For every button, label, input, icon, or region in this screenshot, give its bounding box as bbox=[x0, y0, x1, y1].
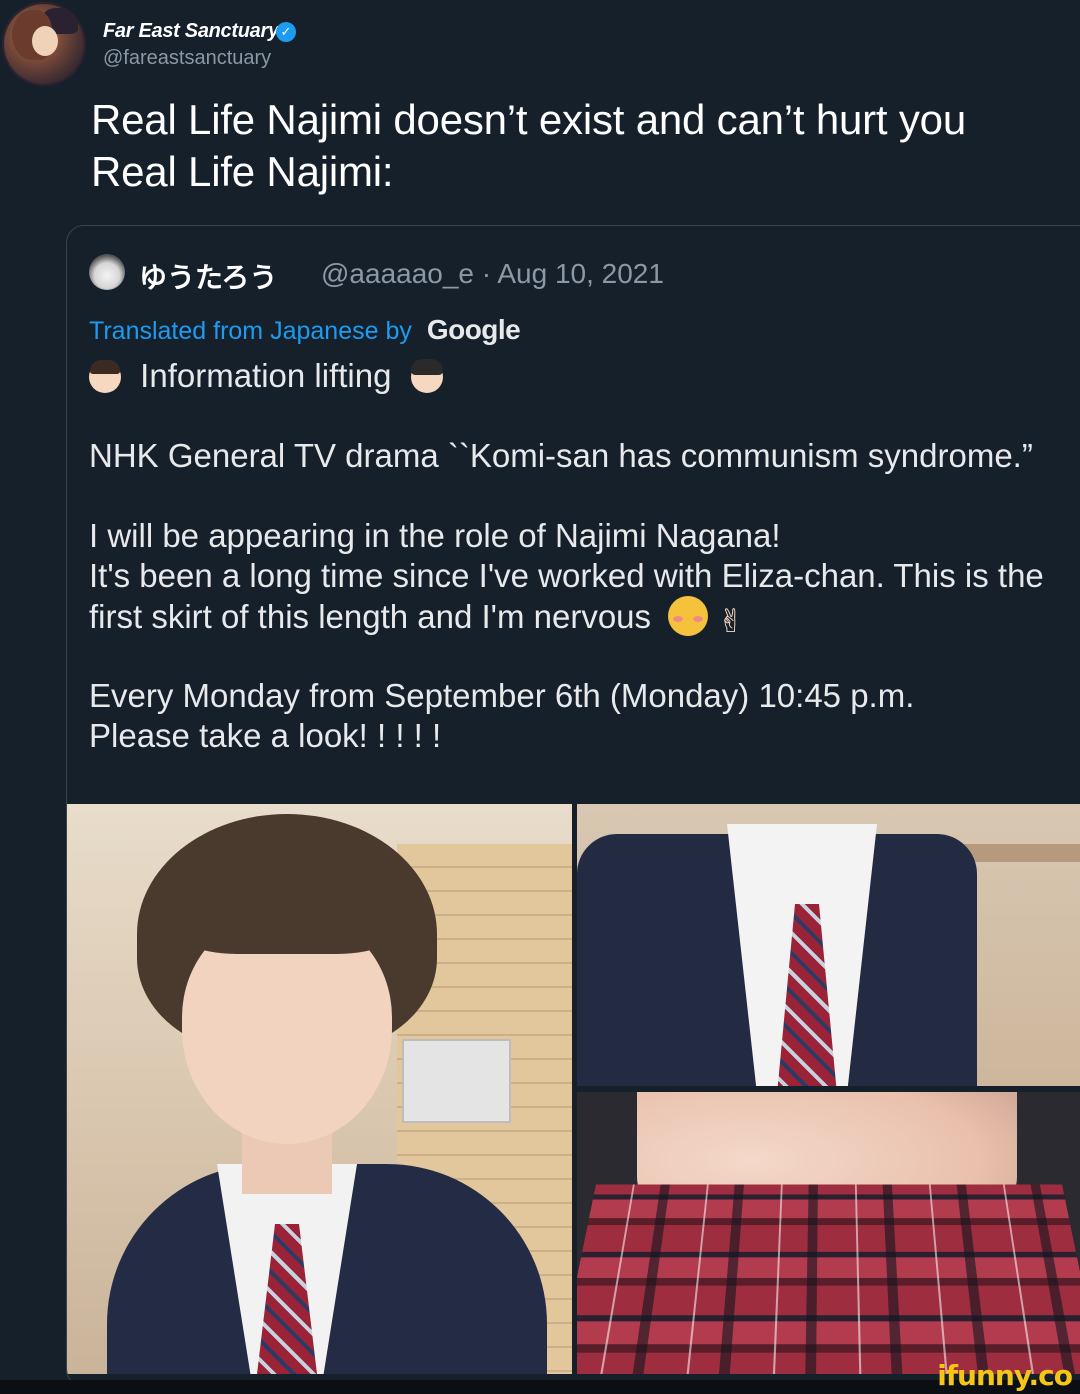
boy-face-emoji-icon bbox=[89, 360, 121, 393]
tweet-text: Real Life Najimi doesn’t exist and can’t… bbox=[91, 94, 1051, 198]
media-photo-uniform[interactable] bbox=[577, 804, 1080, 1086]
author-name[interactable]: Far East Sanctuary bbox=[103, 20, 279, 43]
media-grid bbox=[67, 804, 1080, 1374]
tweet-text-line: Real Life Najimi: bbox=[91, 148, 394, 195]
eliza-line: It's been a long time since I've worked … bbox=[89, 557, 1044, 594]
role-line: I will be appearing in the role of Najim… bbox=[89, 517, 781, 554]
media-photo-portrait[interactable] bbox=[67, 804, 572, 1374]
translation-notice: Translated from Japanese by Google bbox=[89, 314, 521, 346]
quoted-author-name[interactable]: ゆうたろう bbox=[139, 256, 277, 296]
look-line: Please take a look! ! ! ! ! bbox=[89, 717, 442, 754]
skirt-line: first skirt of this length and I'm nervo… bbox=[89, 596, 1080, 639]
info-line-text: Information lifting bbox=[140, 357, 392, 394]
info-line: Information lifting bbox=[89, 356, 1080, 396]
google-logo: Google bbox=[426, 314, 521, 345]
author-handle[interactable]: @fareastsanctuary bbox=[103, 47, 271, 70]
quoted-author-handle-date: @aaaaao_e · Aug 10, 2021 bbox=[321, 258, 664, 289]
tweet-text-line: Real Life Najimi doesn’t exist and can’t… bbox=[91, 96, 966, 143]
media-photo-skirt[interactable] bbox=[577, 1092, 1080, 1374]
schedule-line: Every Monday from September 6th (Monday)… bbox=[89, 677, 915, 714]
verified-badge-icon: ✓ bbox=[276, 22, 296, 42]
drama-line: NHK General TV drama ``Komi-san has comm… bbox=[89, 437, 1033, 474]
quoted-tweet-card[interactable]: ゆうたろう @aaaaao_e · Aug 10, 2021 Translate… bbox=[66, 225, 1080, 1387]
quoted-author-avatar[interactable] bbox=[89, 254, 125, 290]
ifunny-watermark: ifunny.co bbox=[937, 1359, 1073, 1392]
bottom-bar bbox=[0, 1380, 1080, 1394]
author-avatar[interactable] bbox=[2, 2, 86, 86]
girl-face-emoji-icon bbox=[410, 359, 443, 393]
translated-label[interactable]: Translated from Japanese by bbox=[89, 317, 412, 345]
quoted-tweet-body: Information lifting NHK General TV drama… bbox=[89, 356, 1080, 756]
skirt-line-text: first skirt of this length and I'm nervo… bbox=[89, 598, 652, 635]
tweet-header: Far East Sanctuary ✓ @fareastsanctuary bbox=[0, 0, 1080, 90]
smiling-blush-emoji-icon bbox=[668, 596, 709, 636]
victory-hand-emoji-icon: ✌ bbox=[717, 603, 745, 639]
